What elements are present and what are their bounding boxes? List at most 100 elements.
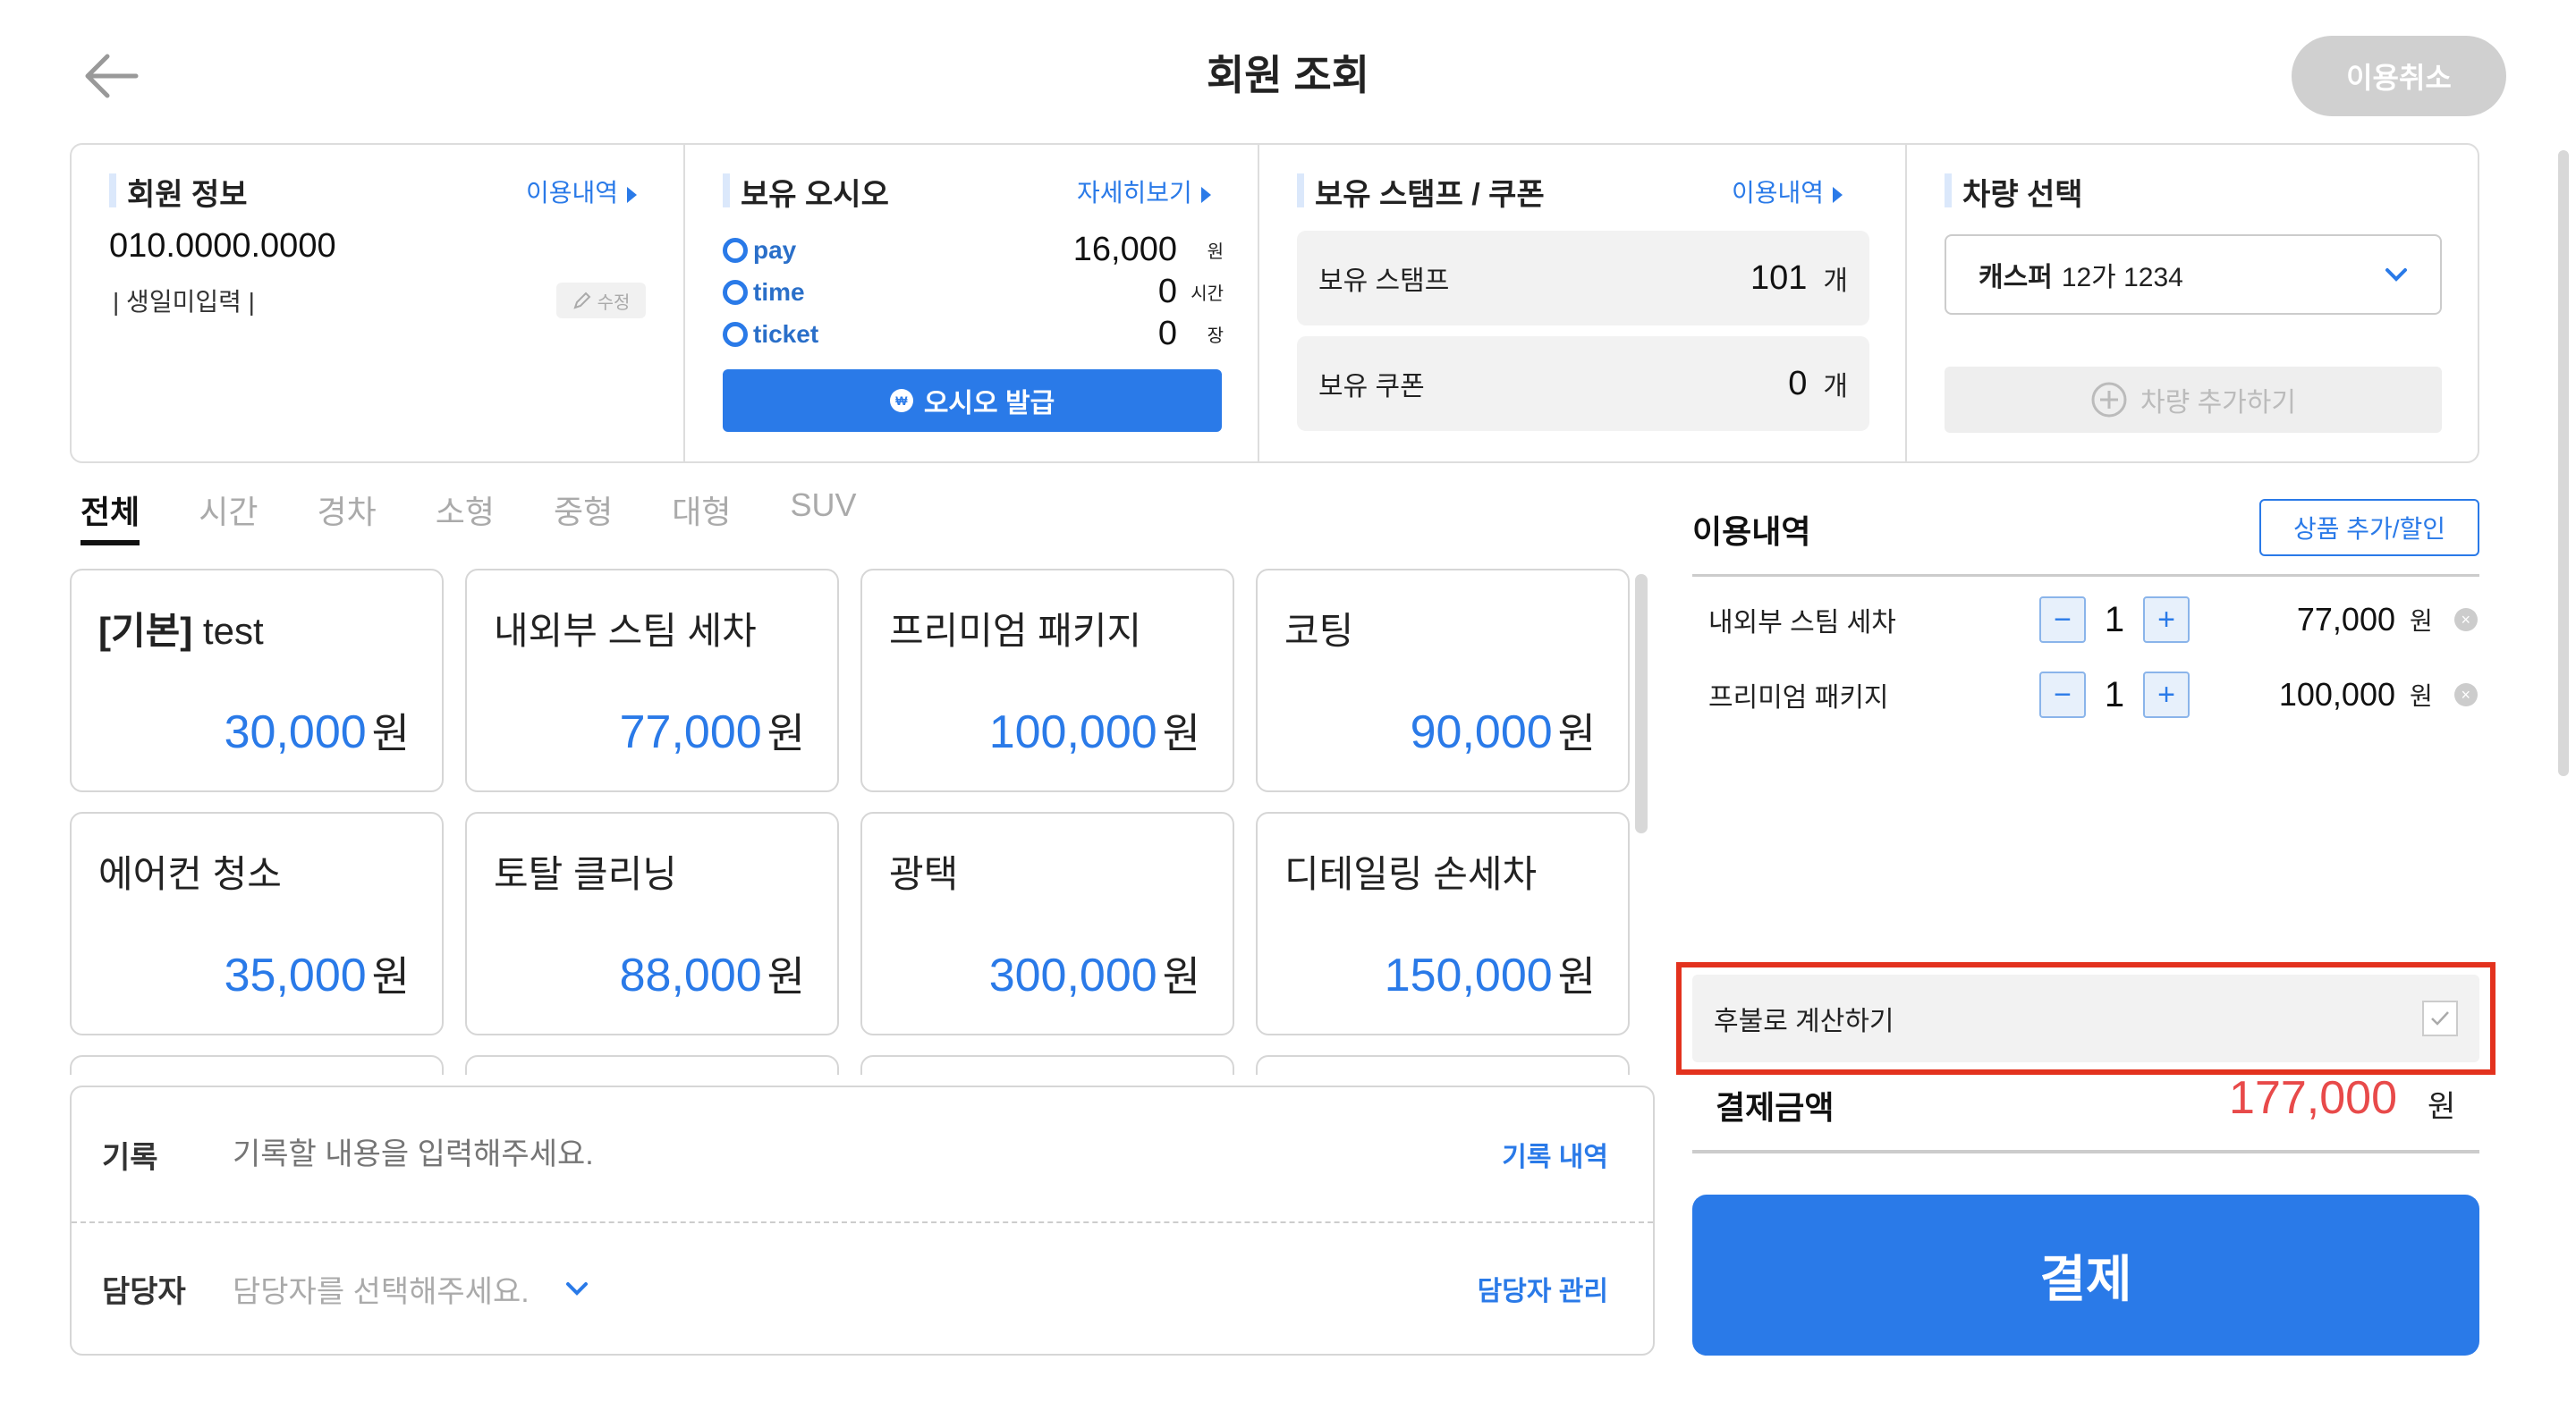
product-price: 150,000 원 [1385,944,1596,1003]
osio-time-label: time [753,277,805,306]
page-scrollbar-thumb[interactable] [2558,150,2569,776]
deferred-payment-checkbox[interactable] [2422,1001,2458,1036]
osio-ticket-row: ticket 0 장 [723,315,1224,353]
product-name: 내외부 스팀 세차 [494,610,757,652]
add-vehicle-button[interactable]: 차량 추가하기 [1945,367,2442,433]
product-card-partial[interactable] [70,1055,444,1075]
staff-manage-link[interactable]: 담당자 관리 [1478,1269,1608,1308]
record-input[interactable] [233,1136,1503,1172]
product-price-value: 77,000 [619,706,762,758]
tab-suv[interactable]: SUV [791,483,857,545]
product-price: 88,000 원 [620,944,805,1003]
total-label: 결제금액 [1716,1089,1835,1126]
product-name: 에어컨 청소 [98,853,282,895]
product-price-value: 300,000 [988,950,1157,1001]
product-price-unit: 원 [371,710,410,756]
product-price-value: 30,000 [224,706,367,758]
stamp-value: 101 [1750,258,1808,297]
osio-title: 보유 오시오 [723,170,889,214]
product-card-partial[interactable] [1256,1055,1630,1075]
usage-item-name: 프리미엄 패키지 [1708,683,1889,713]
product-grid-scrollbar[interactable] [1635,574,1648,833]
edit-member-button[interactable]: 수정 [556,283,646,318]
divider [1692,574,2479,577]
product-card[interactable]: 토탈 클리닝 88,000 원 [465,812,839,1035]
osio-pay-label: pay [753,235,797,264]
memo-panel: 기록 기록 내역 담당자 담당자를 선택해주세요. 담당자 관리 [70,1086,1655,1356]
page-title: 회원 조회 [1206,52,1370,98]
circle-icon [723,237,748,263]
chevron-down-icon [2385,268,2407,282]
record-row: 기록 기록 내역 [72,1087,1653,1221]
product-price-unit: 원 [371,953,410,1000]
usage-item-price: 100,000 [2278,676,2395,713]
vehicle-plate: 12가 1234 [2061,263,2183,292]
product-name: 디테일링 손세차 [1284,853,1538,895]
usage-title: 이용내역 [1692,513,1811,550]
osio-pay-unit: 원 [1207,242,1224,262]
add-product-discount-button[interactable]: 상품 추가/할인 [2259,499,2479,556]
chevron-down-icon[interactable] [565,1281,589,1296]
product-price-unit: 원 [1557,953,1596,1000]
record-history-link[interactable]: 기록 내역 [1502,1135,1608,1174]
vehicle-section: 차량 선택 캐스퍼 12가 1234 차량 추가하기 [1905,145,2478,461]
staff-select[interactable]: 담당자를 선택해주세요. [233,1267,530,1311]
divider [1692,1150,2479,1153]
product-card[interactable]: 디테일링 손세차 150,000 원 [1256,812,1630,1035]
total-amount: 177,000 [2229,1072,2397,1124]
usage-item: 프리미엄 패키지 − 1 + 100,000 원 × [1692,663,2479,726]
issue-osio-button[interactable]: ₩ 오시오 발급 [723,369,1222,432]
cancel-usage-button[interactable]: 이용취소 [2292,36,2506,116]
remove-icon[interactable]: × [2453,608,2478,631]
tab-all[interactable]: 전체 [80,483,140,545]
product-grid: [기본] test 30,000 원 내외부 스팀 세차 77,000 원 프리미엄… [70,569,1646,1075]
tab-time[interactable]: 시간 [199,483,258,545]
osio-ticket-value: 0 [1157,315,1177,352]
product-price-value: 35,000 [224,950,367,1001]
product-card[interactable]: 코팅 90,000 원 [1256,569,1630,792]
remove-icon[interactable]: × [2453,683,2478,706]
product-card-partial[interactable] [860,1055,1234,1075]
product-price: 300,000 원 [989,944,1200,1003]
product-price-value: 150,000 [1384,950,1553,1001]
vehicle-select[interactable]: 캐스퍼 12가 1234 [1945,234,2442,315]
staff-row: 담당자 담당자를 선택해주세요. 담당자 관리 [72,1221,1653,1356]
product-price-unit: 원 [767,953,805,1000]
product-price: 90,000 원 [1411,701,1596,760]
member-history-link[interactable]: 이용내역 [526,173,637,209]
stamp-history-link[interactable]: 이용내역 [1732,173,1843,209]
osio-pay-value: 16,000 [1072,231,1177,268]
product-price-value: 88,000 [619,950,762,1001]
record-label: 기록 [102,1140,158,1175]
product-card[interactable]: 내외부 스팀 세차 77,000 원 [465,569,839,792]
product-card[interactable]: 광택 300,000 원 [860,812,1234,1035]
stamp-coupon-section: 보유 스탬프 / 쿠폰 이용내역 보유 스탬프 101 개 보유 쿠폰 0 개 [1258,145,1905,461]
circle-icon [723,279,748,305]
product-name: 코팅 [1284,610,1354,652]
product-card[interactable]: 에어컨 청소 35,000 원 [70,812,444,1035]
product-card-partial[interactable] [465,1055,839,1075]
product-card[interactable]: [기본] test 30,000 원 [70,569,444,792]
pay-button[interactable]: 결제 [1692,1195,2479,1356]
tab-compact[interactable]: 경차 [318,483,377,545]
osio-pay-row: pay 16,000 원 [723,231,1224,269]
decrease-button[interactable]: − [2039,672,2086,718]
usage-item-qty: 1 [2104,599,2125,639]
stamp-count-box: 보유 스탬프 101 개 [1297,231,1869,325]
tab-medium[interactable]: 중형 [554,483,613,545]
member-birthday: | 생일미입력 | [113,288,255,316]
increase-button[interactable]: + [2143,596,2190,643]
product-card[interactable]: 프리미엄 패키지 100,000 원 [860,569,1234,792]
osio-time-unit: 시간 [1191,284,1224,304]
deferred-payment-toggle[interactable]: 후불로 계산하기 [1692,975,2479,1062]
usage-item: 내외부 스팀 세차 − 1 + 77,000 원 × [1692,588,2479,651]
tab-small[interactable]: 소형 [436,483,495,545]
osio-details-link[interactable]: 자세히보기 [1077,173,1211,209]
category-tabs: 전체 시간 경차 소형 중형 대형 SUV [80,483,916,545]
check-icon [2431,1011,2449,1026]
product-price-unit: 원 [1162,953,1200,1000]
stamp-label: 보유 스탬프 [1318,266,1450,296]
decrease-button[interactable]: − [2039,596,2086,643]
tab-large[interactable]: 대형 [672,483,731,545]
increase-button[interactable]: + [2143,672,2190,718]
